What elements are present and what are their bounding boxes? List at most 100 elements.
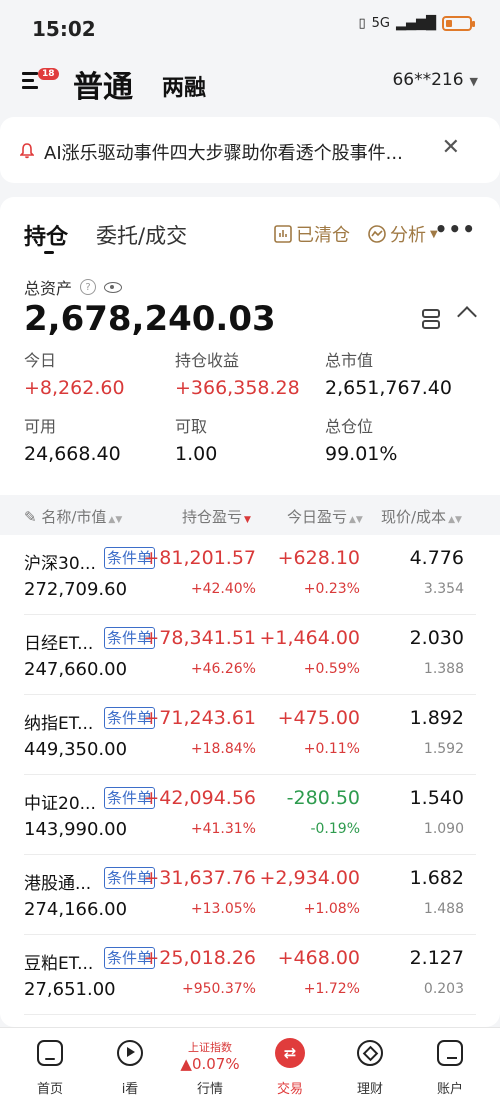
metric-market-value: 总市值 2,651,767.40 xyxy=(325,347,452,399)
position-hold-pnl-pct: +950.37% xyxy=(181,981,256,997)
metric-label: 可用 xyxy=(24,417,57,436)
menu-icon xyxy=(22,72,38,93)
table-row[interactable]: 中证20... 条件单 143,990.00 +42,094.56 +41.31% -28… xyxy=(0,775,500,855)
eye-icon[interactable] xyxy=(104,281,123,293)
column-price-sort[interactable]: 现价/成本 ▲▼ xyxy=(381,506,462,527)
total-assets-value: 2,678,240.03 xyxy=(24,299,276,339)
tab-margin-account[interactable]: 两融 xyxy=(162,70,206,102)
metric-value: +366,358.28 xyxy=(175,377,300,399)
column-name-sort[interactable]: ✎ 名称/市值 ▲▼ xyxy=(24,506,122,527)
nav-home-label: 首页 xyxy=(36,1082,63,1097)
column-price-label: 现价/成本 xyxy=(381,508,447,526)
position-hold-pnl: +31,637.76 xyxy=(143,867,256,889)
position-market-value: 143,990.00 xyxy=(24,819,128,840)
sort-icon: ▲▼ xyxy=(108,515,123,525)
position-hold-pnl: +71,243.61 xyxy=(143,707,256,729)
metric-label: 持仓收益 xyxy=(175,351,240,370)
metric-value: 99.01% xyxy=(325,443,398,465)
account-number: 66**216 xyxy=(392,70,464,90)
position-cost: 1.388 xyxy=(423,661,464,677)
position-today-pnl: +1,464.00 xyxy=(259,627,360,649)
position-name: 港股通... xyxy=(24,874,92,894)
position-today-pnl-pct: +0.23% xyxy=(303,581,360,597)
column-today-pnl-label: 今日盈亏 xyxy=(287,508,348,526)
bottom-nav: 首页 i看 上证指数 ▲0.07% 行情 ⇄ 交易 理财 账户 xyxy=(0,1027,500,1104)
more-icon[interactable]: ••• xyxy=(435,217,476,241)
position-price: 1.682 xyxy=(409,867,464,889)
nav-trade-label: 交易 xyxy=(276,1082,303,1097)
metric-position-ratio: 总仓位 99.01% xyxy=(325,413,397,465)
account-icon xyxy=(437,1040,463,1066)
notice-banner[interactable]: AI涨乐驱动事件四大步骤助你看透个股事件... ✕ xyxy=(0,117,500,183)
position-today-pnl: -280.50 xyxy=(286,787,360,809)
trade-icon: ⇄ xyxy=(275,1038,305,1068)
metric-withdrawable: 可取 1.00 xyxy=(175,413,217,465)
column-today-pnl-sort[interactable]: 今日盈亏 ▲▼ xyxy=(287,506,363,527)
table-row[interactable]: 豆粕ET... 条件单 27,651.00 +25,018.26 +950.37% +46… xyxy=(0,935,500,1015)
nav-trade[interactable]: ⇄ 交易 xyxy=(250,1028,330,1104)
table-row[interactable]: 港股通... 条件单 274,166.00 +31,637.76 +13.05% +2,9… xyxy=(0,855,500,935)
position-market-value: 274,166.00 xyxy=(24,899,128,920)
list-toggle-icon[interactable] xyxy=(422,309,440,329)
positions-card: 持仓 委托/成交 已清仓 分析 ▼ ••• 总资产 ? 2,678,240.03 xyxy=(0,197,500,1027)
position-price: 2.030 xyxy=(409,627,464,649)
position-price: 1.892 xyxy=(409,707,464,729)
tab-orders[interactable]: 委托/成交 xyxy=(96,220,187,250)
sort-desc-icon: ▼ xyxy=(244,515,251,525)
column-hold-pnl-sort[interactable]: 持仓盈亏 ▼ xyxy=(182,506,251,527)
help-icon[interactable]: ? xyxy=(80,279,97,295)
metric-value: 24,668.40 xyxy=(24,443,121,465)
nav-account[interactable]: 账户 xyxy=(410,1028,490,1104)
index-title: 上证指数 xyxy=(188,1041,232,1054)
column-name-label: 名称/市值 xyxy=(41,508,107,526)
menu-badge: 18 xyxy=(38,68,59,80)
position-today-pnl: +475.00 xyxy=(277,707,360,729)
tab-positions[interactable]: 持仓 xyxy=(24,219,68,251)
nav-market-label: 行情 xyxy=(196,1082,223,1097)
total-assets-label-row: 总资产 ? xyxy=(24,275,123,299)
active-tab-indicator xyxy=(44,251,54,254)
tab-normal-account[interactable]: 普通 xyxy=(73,62,133,106)
nav-finance[interactable]: 理财 xyxy=(330,1028,410,1104)
cleared-button[interactable]: 已清仓 xyxy=(274,221,350,247)
metric-label: 总仓位 xyxy=(325,417,374,436)
metric-label: 今日 xyxy=(24,351,57,370)
position-hold-pnl: +42,094.56 xyxy=(143,787,256,809)
nav-watch-label: i看 xyxy=(121,1082,139,1097)
position-cost: 1.090 xyxy=(423,821,464,837)
position-name: 中证20... xyxy=(24,794,96,814)
metric-value: +8,262.60 xyxy=(24,377,125,399)
position-today-pnl: +468.00 xyxy=(277,947,360,969)
account-selector[interactable]: 66**216 ▼ xyxy=(392,70,478,90)
metric-available: 可用 24,668.40 xyxy=(24,413,121,465)
nav-market[interactable]: 上证指数 ▲0.07% 行情 xyxy=(170,1028,250,1104)
battery-icon xyxy=(442,16,475,31)
position-price: 4.776 xyxy=(409,547,464,569)
position-today-pnl-pct: -0.19% xyxy=(310,821,360,837)
collapse-icon[interactable] xyxy=(457,306,477,326)
cleared-label: 已清仓 xyxy=(296,225,350,246)
nav-watch[interactable]: i看 xyxy=(90,1028,170,1104)
position-today-pnl-pct: +0.11% xyxy=(303,741,360,757)
position-market-value: 247,660.00 xyxy=(24,659,128,680)
menu-button[interactable]: 18 xyxy=(22,68,59,98)
position-name: 沪深30... xyxy=(24,554,96,574)
nav-finance-label: 理财 xyxy=(356,1082,383,1097)
position-hold-pnl-pct: +41.31% xyxy=(190,821,256,837)
position-today-pnl-pct: +1.72% xyxy=(303,981,360,997)
bell-icon xyxy=(20,143,34,159)
position-market-value: 27,651.00 xyxy=(24,979,116,1000)
position-hold-pnl-pct: +13.05% xyxy=(190,901,256,917)
table-header: ✎ 名称/市值 ▲▼ 持仓盈亏 ▼ 今日盈亏 ▲▼ 现价/成本 ▲▼ xyxy=(0,495,500,535)
analysis-icon xyxy=(368,225,386,243)
metric-label: 总市值 xyxy=(325,351,374,370)
table-row[interactable]: 沪深30... 条件单 272,709.60 +81,201.57 +42.40% +62… xyxy=(0,535,500,615)
analysis-button[interactable]: 分析 ▼ xyxy=(368,221,438,247)
position-hold-pnl: +78,341.51 xyxy=(143,627,256,649)
table-row[interactable]: 纳指ET... 条件单 449,350.00 +71,243.61 +18.84% +47… xyxy=(0,695,500,775)
nav-home[interactable]: 首页 xyxy=(10,1028,90,1104)
position-today-pnl-pct: +0.59% xyxy=(303,661,360,677)
table-row[interactable]: 日经ET... 条件单 247,660.00 +78,341.51 +46.26% +1,… xyxy=(0,615,500,695)
close-icon[interactable]: ✕ xyxy=(442,135,460,160)
position-price: 2.127 xyxy=(409,947,464,969)
